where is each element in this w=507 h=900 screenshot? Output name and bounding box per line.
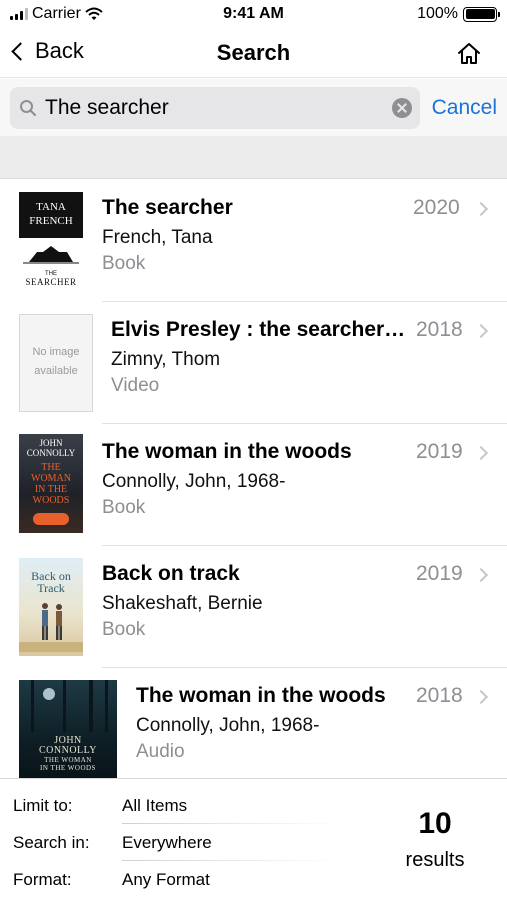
result-year: 2019: [416, 562, 463, 585]
result-row[interactable]: Back on Track Back on track Shakeshaft, …: [0, 546, 507, 668]
result-author: French, Tana: [102, 227, 213, 248]
result-format: Book: [102, 497, 146, 518]
result-title: The woman in the woods: [136, 684, 386, 707]
search-in-value[interactable]: Everywhere: [122, 833, 212, 853]
limit-to-label: Limit to:: [13, 796, 73, 815]
book-cover-image: Back on Track: [19, 558, 83, 656]
limit-to-filter[interactable]: Limit to: All Items: [0, 787, 340, 824]
search-field-container: [10, 87, 420, 129]
placeholder-line-2: available: [34, 365, 78, 377]
result-row[interactable]: JOHN CONNOLLY THE WOMAN IN THE WOODS The…: [0, 424, 507, 546]
book-cover-image: JOHN CONNOLLY THE WOMAN IN THE WOODS: [19, 434, 83, 533]
format-value[interactable]: Any Format: [122, 870, 210, 890]
search-in-filter[interactable]: Search in: Everywhere: [0, 824, 340, 861]
result-author: Connolly, John, 1968-: [102, 471, 286, 492]
search-icon: [20, 100, 36, 116]
result-row[interactable]: TANA FRENCH THE SEARCHER The searcher Fr…: [0, 180, 507, 302]
result-year: 2019: [416, 440, 463, 463]
search-input[interactable]: [45, 87, 385, 129]
cover-author-last: CONNOLLY: [26, 448, 76, 458]
cover-author-last: FRENCH: [29, 215, 73, 227]
cover-author-last: CONNOLLY: [39, 745, 97, 756]
cover-title-line-4: WOODS: [32, 495, 70, 506]
section-header: [0, 136, 507, 179]
format-label: Format:: [13, 870, 72, 889]
format-filter[interactable]: Format: Any Format: [0, 861, 340, 898]
result-title: Back on track: [102, 562, 240, 585]
cover-title-line-1: THE WOMAN: [44, 756, 92, 764]
battery-percent: 100%: [417, 5, 458, 22]
result-author: Connolly, John, 1968-: [136, 715, 320, 736]
result-row[interactable]: JOHN CONNOLLY THE WOMAN IN THE WOODS The…: [0, 668, 507, 778]
home-icon[interactable]: [455, 40, 483, 68]
limit-to-value[interactable]: All Items: [122, 796, 187, 816]
cover-author-first: TANA: [36, 201, 66, 213]
result-format: Book: [102, 253, 146, 274]
no-image-placeholder: No image available: [19, 314, 93, 412]
placeholder-line-1: No image: [32, 346, 80, 358]
audiobook-cover-image: JOHN CONNOLLY THE WOMAN IN THE WOODS: [19, 680, 117, 778]
cover-author-first: JOHN: [39, 438, 63, 448]
cover-title-line-2: IN THE WOODS: [40, 764, 96, 772]
cover-title-line-3: IN THE: [34, 484, 68, 495]
chevron-right-icon: [473, 445, 489, 461]
result-format: Video: [111, 375, 160, 396]
result-title: The searcher: [102, 196, 233, 219]
result-year: 2018: [416, 318, 463, 341]
result-format: Audio: [136, 741, 185, 762]
cover-title-line-1: THE: [41, 462, 61, 473]
result-title: Elvis Presley : the searcher (the...: [111, 318, 407, 341]
result-format: Book: [102, 619, 146, 640]
results-list[interactable]: TANA FRENCH THE SEARCHER The searcher Fr…: [0, 180, 507, 778]
chevron-right-icon: [473, 567, 489, 583]
chevron-right-icon: [473, 689, 489, 705]
search-in-label: Search in:: [13, 833, 90, 852]
result-title: The woman in the woods: [102, 440, 352, 463]
battery-group: 100%: [417, 5, 500, 23]
navigation-bar: Back Search: [0, 30, 507, 78]
search-options-panel: Limit to: All Items Search in: Everywher…: [0, 778, 507, 900]
cover-sticker: [33, 513, 69, 525]
result-row[interactable]: No image available Elvis Presley : the s…: [0, 302, 507, 424]
page-title: Search: [216, 40, 291, 65]
forest-trees-icon: [31, 680, 108, 732]
search-bar: Cancel: [0, 79, 507, 136]
cover-title-line-2: Track: [37, 581, 65, 595]
cancel-button[interactable]: Cancel: [432, 96, 497, 120]
status-bar: Carrier 9:41 AM 100%: [0, 0, 507, 30]
walking-figures-icon: [19, 603, 83, 652]
results-count-label: results: [405, 849, 465, 871]
book-cover-image: TANA FRENCH THE SEARCHER: [19, 192, 83, 288]
chevron-right-icon: [473, 323, 489, 339]
clear-search-icon[interactable]: [392, 98, 412, 118]
battery-icon: [463, 6, 500, 22]
result-author: Zimny, Thom: [111, 349, 221, 370]
result-year: 2018: [416, 684, 463, 707]
house-silhouette-icon: [23, 246, 79, 264]
chevron-right-icon: [473, 201, 489, 217]
result-year: 2020: [413, 196, 460, 219]
cover-title-line-2: WOMAN: [31, 473, 71, 484]
result-author: Shakeshaft, Bernie: [102, 593, 263, 614]
results-count: 10: [418, 807, 452, 840]
cover-title-word: SEARCHER: [25, 277, 77, 287]
